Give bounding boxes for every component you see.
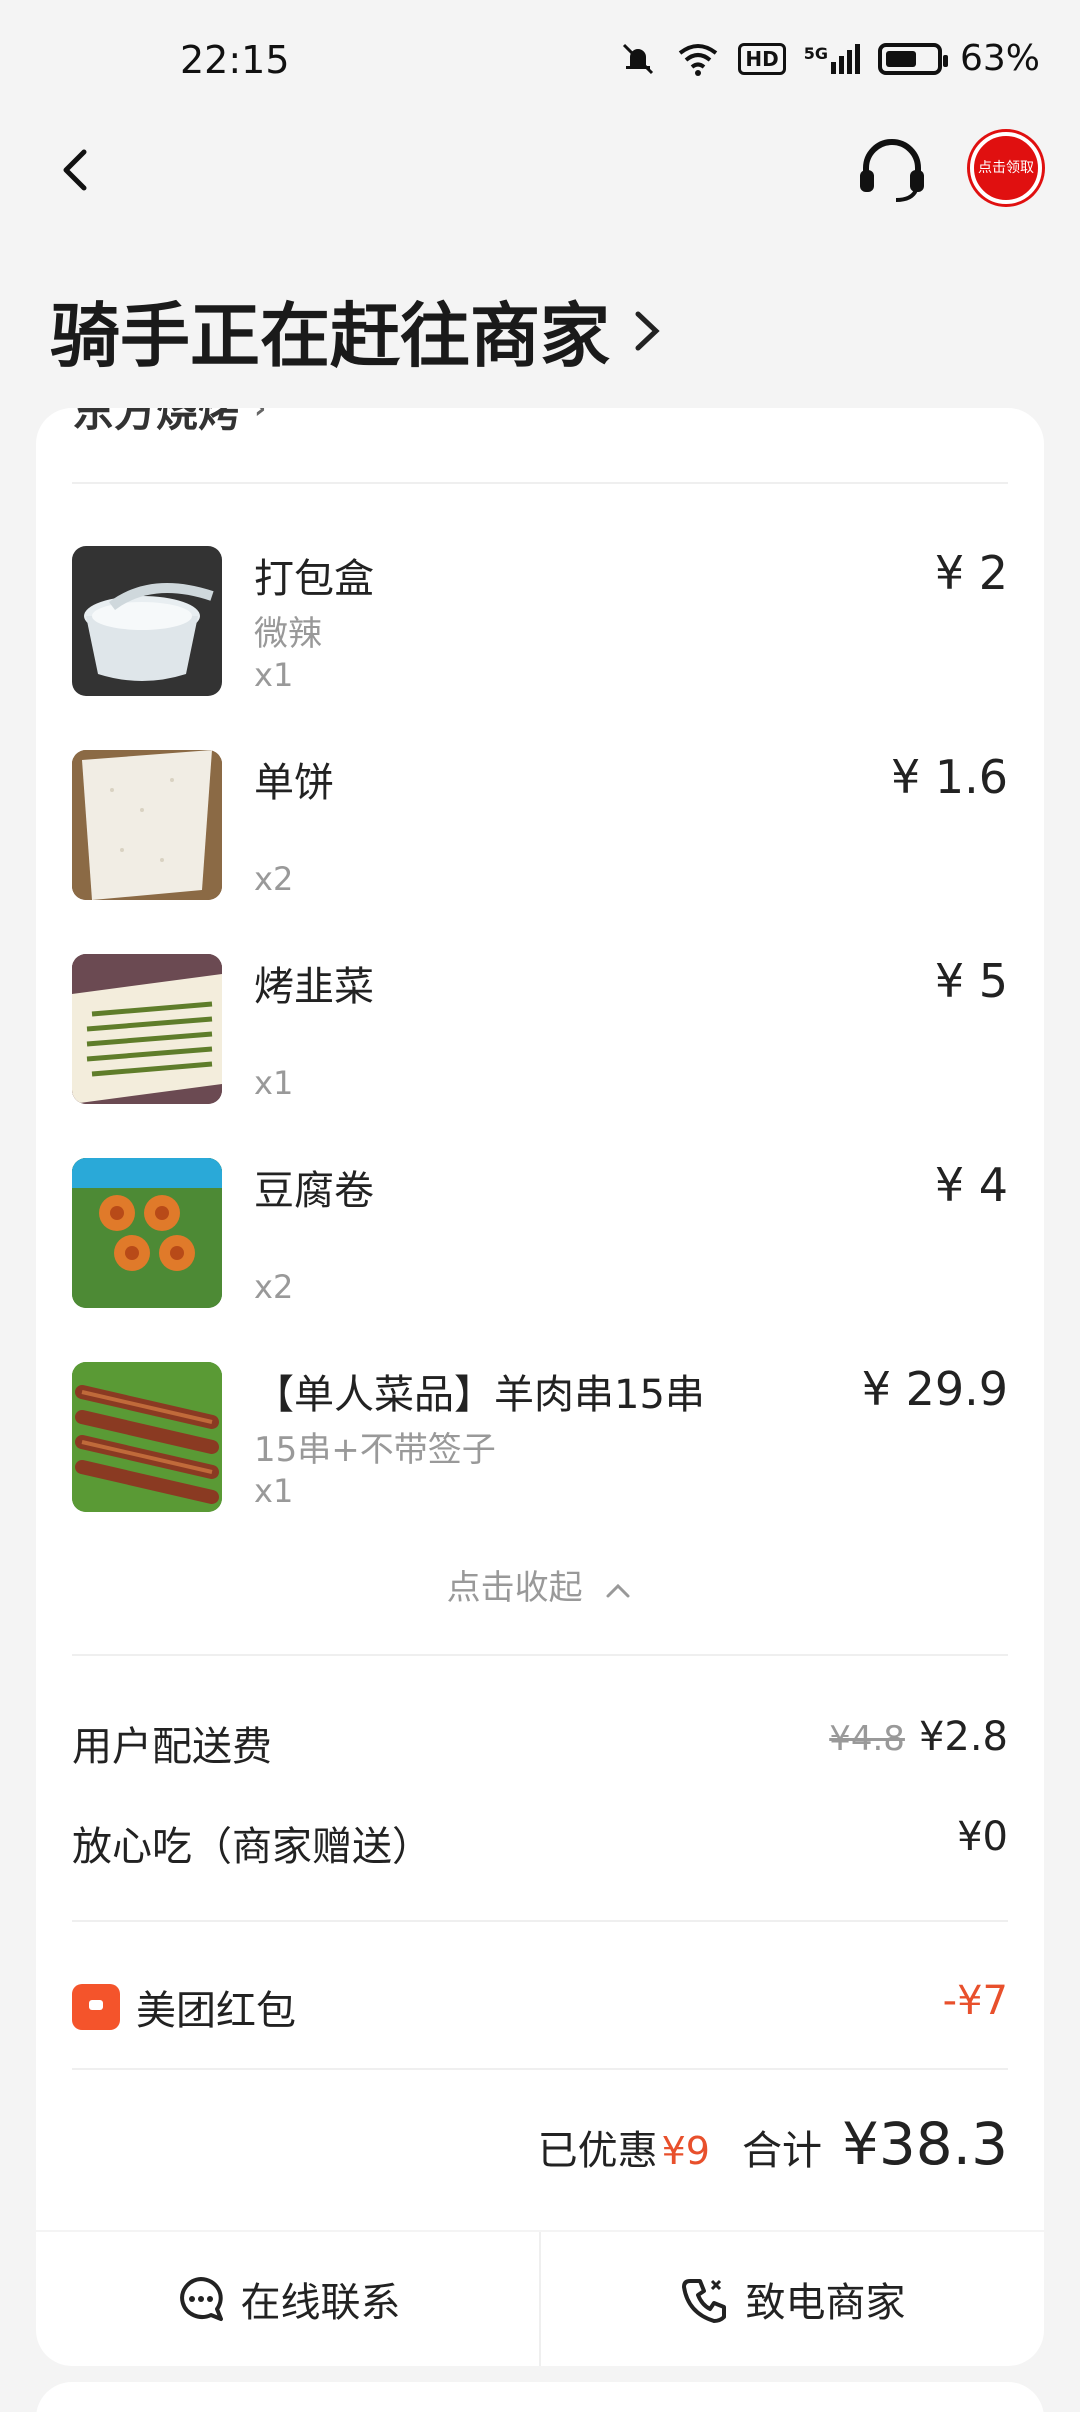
total-label: 合计 <box>741 2128 822 2174</box>
divider <box>72 482 1008 484</box>
chevron-right-icon: › <box>254 408 267 426</box>
item-quantity: x2 <box>254 860 294 898</box>
discount-value: ¥9 <box>661 2129 710 2173</box>
redpacket-label: 美团红包 <box>136 1988 296 2034</box>
safe-eat-price: ¥0 <box>957 1814 1008 1860</box>
item-price: ¥ 2 <box>934 546 1008 600</box>
shop-name-link[interactable]: 东方烧烤 › <box>72 408 266 439</box>
item-name: 烤韭菜 <box>254 964 374 1010</box>
status-icons: HD 5G 63% <box>618 38 1040 79</box>
collapse-button[interactable]: 点击收起 <box>36 1560 1044 1609</box>
safe-eat-label: 放心吃（商家赠送） <box>72 1824 432 1870</box>
discount-label: 已优惠 <box>537 2128 658 2174</box>
list-item: 单饼 x2 ¥ 1.6 <box>72 750 1008 910</box>
item-spec: 15串+不带签子 <box>254 1430 496 1470</box>
item-price: ¥ 4 <box>934 1158 1008 1212</box>
phone-icon <box>681 2279 726 2323</box>
item-thumbnail <box>72 546 222 696</box>
list-item: 烤韭菜 x1 ¥ 5 <box>72 954 1008 1114</box>
item-price: ¥ 29.9 <box>861 1362 1008 1416</box>
item-name: 打包盒 <box>254 556 374 602</box>
list-item: 豆腐卷 x2 ¥ 4 <box>72 1158 1008 1318</box>
delivery-fee-value: ¥4.8 ¥2.8 <box>829 1714 1008 1760</box>
redpacket-value: -¥7 <box>942 1978 1008 2024</box>
delivery-fee-label: 用户配送费 <box>72 1724 272 1770</box>
item-quantity: x1 <box>254 1064 294 1102</box>
chevron-right-icon <box>635 311 660 350</box>
call-merchant-label: 致电商家 <box>745 2280 906 2326</box>
item-price: ¥ 5 <box>934 954 1008 1008</box>
redpacket-row: 美团红包 -¥7 <box>72 1978 1008 2036</box>
order-status-title[interactable]: 骑手正在赶往商家 <box>50 280 662 381</box>
redpacket-icon <box>72 1984 120 2030</box>
online-contact-button[interactable]: 在线联系 <box>36 2232 539 2366</box>
signal-icon: 5G <box>804 43 860 74</box>
safe-eat-row: 放心吃（商家赠送） ¥0 <box>72 1814 1008 1872</box>
item-name: 豆腐卷 <box>254 1168 374 1214</box>
divider <box>72 1654 1008 1656</box>
divider <box>72 2068 1008 2070</box>
delivery-fee-row: 用户配送费 ¥4.8 ¥2.8 <box>72 1714 1008 1772</box>
delivery-fee-price: ¥2.8 <box>918 1714 1008 1760</box>
battery-icon <box>877 42 948 75</box>
item-quantity: x1 <box>254 656 294 694</box>
item-quantity: x2 <box>254 1268 294 1306</box>
battery-percent: 63% <box>959 38 1040 79</box>
item-thumbnail <box>72 1362 222 1512</box>
wifi-icon <box>679 43 718 76</box>
order-total: 已优惠 ¥9 合计 ¥38.3 <box>538 2110 1008 2178</box>
order-card: 东方烧烤 › 打包盒 微辣 x1 ¥ 2 单饼 x2 ¥ 1.6 烤韭菜 x1 … <box>36 408 1044 2366</box>
customer-service-icon[interactable] <box>852 130 932 210</box>
item-thumbnail <box>72 750 222 900</box>
mute-notification-icon <box>623 43 654 74</box>
item-price: ¥ 1.6 <box>890 750 1008 804</box>
shop-name: 东方烧烤 <box>72 408 241 436</box>
chevron-up-icon <box>606 1583 630 1597</box>
item-thumbnail <box>72 1158 222 1308</box>
online-contact-label: 在线联系 <box>240 2280 401 2326</box>
contact-actions: 在线联系 致电商家 <box>36 2230 1044 2366</box>
item-name: 【单人菜品】羊肉串15串 <box>254 1372 705 1418</box>
coupon-badge[interactable]: 点击领取 <box>970 132 1042 204</box>
divider <box>72 1920 1008 1922</box>
collapse-label: 点击收起 <box>446 1568 583 1608</box>
page-title: 骑手正在赶往商家 <box>50 295 610 377</box>
item-spec: 微辣 <box>254 614 322 654</box>
chat-bubble-icon <box>179 2277 223 2321</box>
item-thumbnail <box>72 954 222 1104</box>
back-icon[interactable] <box>48 130 108 210</box>
status-time: 22:15 <box>180 38 290 82</box>
delivery-fee-original: ¥4.8 <box>829 1719 905 1759</box>
item-name: 单饼 <box>254 760 334 806</box>
item-quantity: x1 <box>254 1472 294 1510</box>
call-merchant-button[interactable]: 致电商家 <box>539 2232 1044 2366</box>
total-value: ¥38.3 <box>841 2110 1008 2178</box>
list-item: 打包盒 微辣 x1 ¥ 2 <box>72 546 1008 706</box>
hd-icon: HD <box>738 42 786 75</box>
list-item: 【单人菜品】羊肉串15串 15串+不带签子 x1 ¥ 29.9 <box>72 1362 1008 1522</box>
status-bar: 22:15 HD 5G 63% <box>0 0 1080 120</box>
next-card <box>36 2382 1044 2412</box>
